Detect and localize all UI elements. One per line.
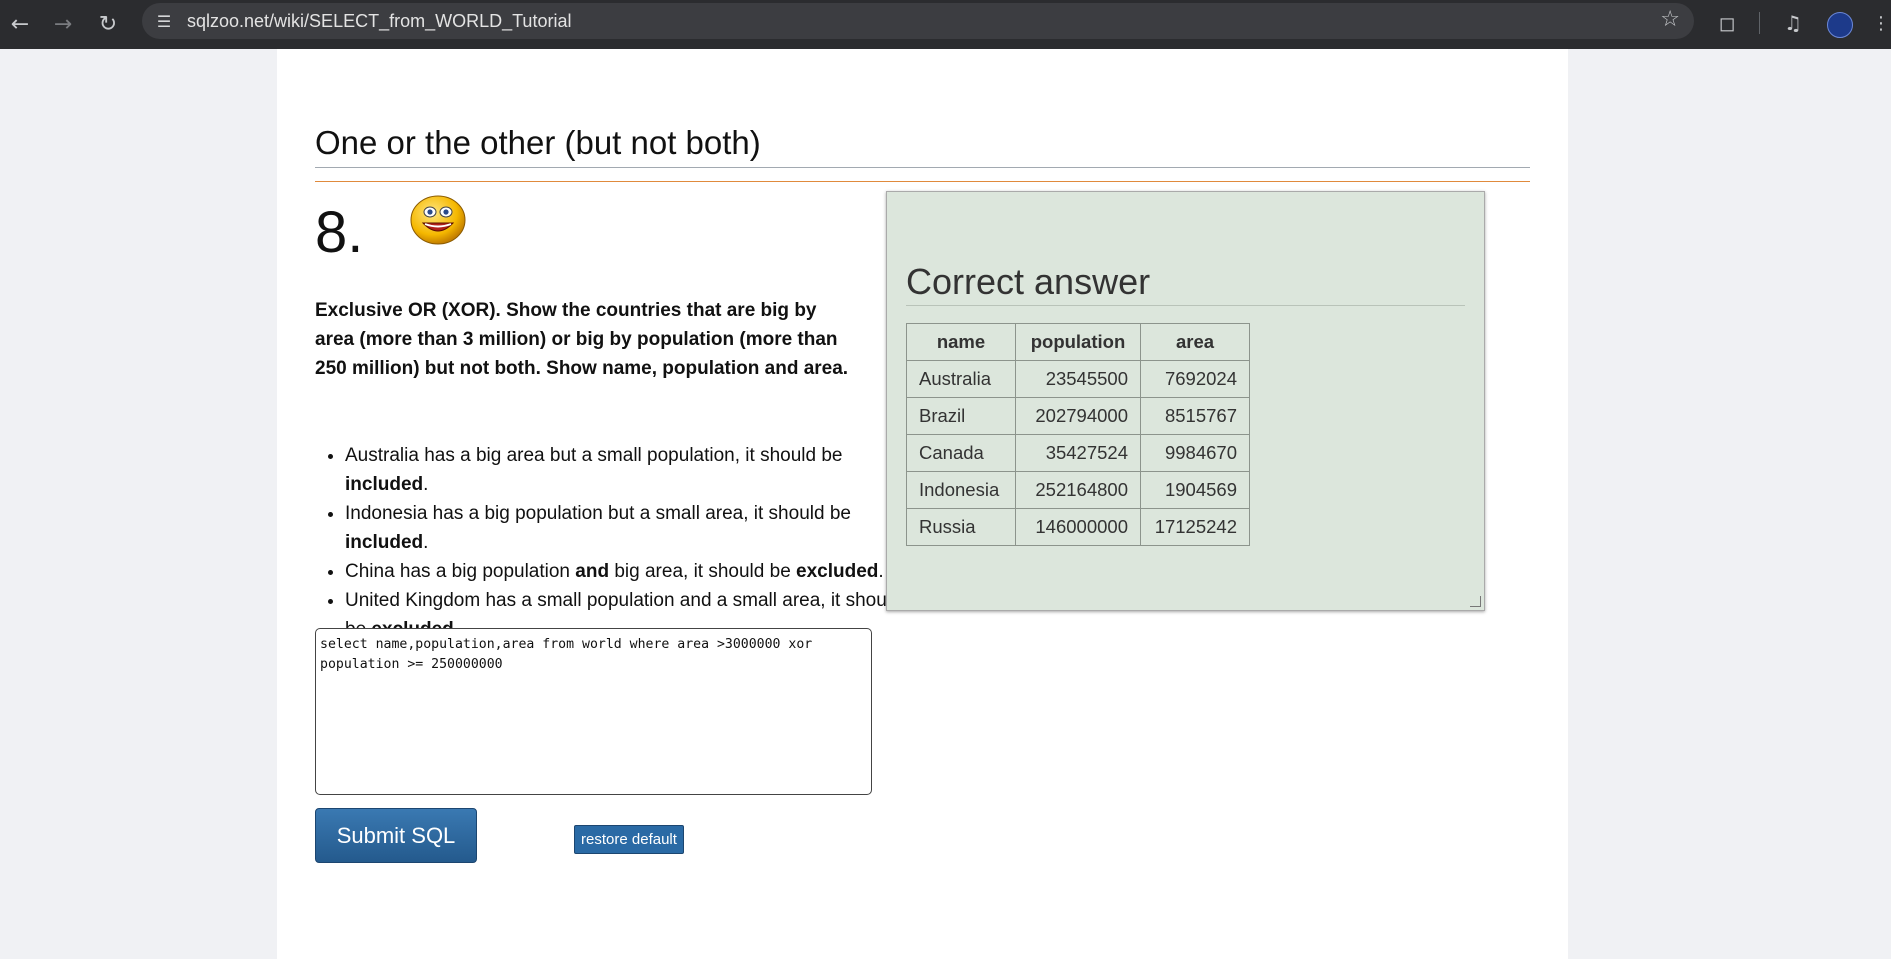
- bullet-bold: included: [345, 532, 424, 553]
- bullet-text: China has a big population: [345, 561, 576, 582]
- site-info-icon[interactable]: ☰: [152, 9, 176, 33]
- question-number: 8.: [315, 200, 364, 265]
- column-header: area: [1140, 323, 1250, 361]
- restore-default-button[interactable]: restore default: [574, 825, 684, 854]
- hint-list: Australia has a big area but a small pop…: [315, 441, 905, 644]
- resize-grip-icon[interactable]: [1470, 596, 1481, 607]
- extensions-icon[interactable]: ◻: [1712, 8, 1742, 38]
- table-cell: Australia: [906, 360, 1016, 398]
- media-icon[interactable]: ♫: [1778, 8, 1808, 38]
- table-cell: Indonesia: [906, 471, 1016, 509]
- table-cell: Canada: [906, 434, 1016, 472]
- section-heading: One or the other (but not both): [315, 121, 1530, 168]
- table-cell: Russia: [906, 508, 1016, 546]
- browser-toolbar: ← → ↻ ☰ sqlzoo.net/wiki/SELECT_from_WORL…: [0, 0, 1891, 49]
- table-cell: 23545500: [1015, 360, 1141, 398]
- bullet-text: .: [878, 561, 884, 582]
- toolbar-divider: [1759, 12, 1760, 34]
- bullet-text: big area, it should be: [609, 561, 797, 582]
- bullet-text: .: [423, 532, 429, 553]
- table-cell: 1904569: [1140, 471, 1250, 509]
- bullet-text: .: [423, 474, 429, 495]
- profile-avatar[interactable]: [1827, 12, 1853, 38]
- forward-icon[interactable]: →: [47, 8, 79, 40]
- table-row: Indonesia 252164800 1904569: [906, 471, 1250, 509]
- bullet-bold: and: [575, 561, 610, 582]
- address-bar[interactable]: ☰ sqlzoo.net/wiki/SELECT_from_WORLD_Tuto…: [142, 3, 1694, 39]
- sql-editor[interactable]: select name,population,area from world w…: [315, 628, 872, 795]
- page-content: One or the other (but not both) 8. Exclu…: [277, 49, 1568, 959]
- table-row: Brazil 202794000 8515767: [906, 397, 1250, 435]
- table-cell: 17125242: [1140, 508, 1250, 546]
- table-cell: 8515767: [1140, 397, 1250, 435]
- answer-panel: Correct answer name population area Aust…: [886, 191, 1485, 611]
- url-text[interactable]: sqlzoo.net/wiki/SELECT_from_WORLD_Tutori…: [187, 11, 571, 32]
- table-cell: 202794000: [1015, 397, 1141, 435]
- list-item: Indonesia has a big population but a sma…: [345, 499, 905, 557]
- bullet-text: Indonesia has a big population but a sma…: [345, 503, 851, 524]
- table-cell: 7692024: [1140, 360, 1250, 398]
- question-description: Exclusive OR (XOR). Show the countries t…: [315, 300, 849, 379]
- table-header-row: name population area: [906, 323, 1250, 361]
- column-header: name: [906, 323, 1016, 361]
- list-item: China has a big population and big area,…: [345, 557, 905, 586]
- submit-sql-button[interactable]: Submit SQL: [315, 808, 477, 863]
- reload-icon[interactable]: ↻: [92, 8, 124, 40]
- table-row: Canada 35427524 9984670: [906, 434, 1250, 472]
- table-row: Australia 23545500 7692024: [906, 360, 1250, 398]
- table-cell: 146000000: [1015, 508, 1141, 546]
- table-cell: 35427524: [1015, 434, 1141, 472]
- orange-divider: [315, 181, 1530, 182]
- bullet-text: Australia has a big area but a small pop…: [345, 445, 843, 466]
- smiley-icon: [410, 195, 466, 245]
- list-item: Australia has a big area but a small pop…: [345, 441, 905, 499]
- bullet-bold: included: [345, 474, 424, 495]
- table-cell: Brazil: [906, 397, 1016, 435]
- column-header: population: [1015, 323, 1141, 361]
- answer-title: Correct answer: [906, 259, 1465, 306]
- table-row: Russia 146000000 17125242: [906, 508, 1250, 546]
- menu-icon[interactable]: ⋮: [1866, 8, 1891, 38]
- bookmark-star-icon[interactable]: ☆: [1660, 7, 1680, 32]
- table-cell: 252164800: [1015, 471, 1141, 509]
- bullet-bold: excluded: [796, 561, 879, 582]
- result-table: name population area Australia 23545500 …: [906, 323, 1250, 546]
- back-icon[interactable]: ←: [4, 8, 36, 40]
- table-cell: 9984670: [1140, 434, 1250, 472]
